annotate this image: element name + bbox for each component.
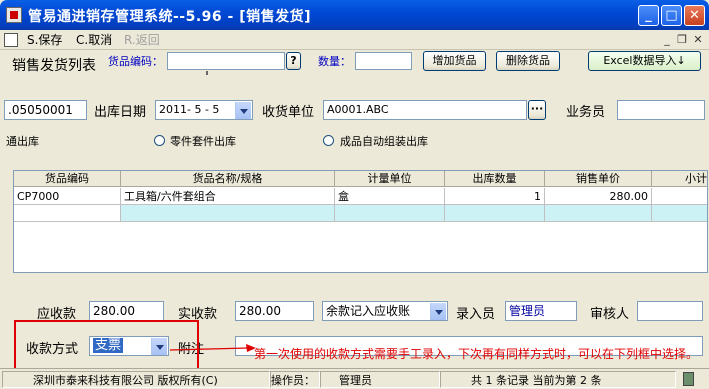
grid-header[interactable]: 小计 <box>652 171 707 187</box>
product-lookup-button[interactable]: ? <box>286 52 301 70</box>
delete-product-button[interactable]: 删除货品 <box>496 51 560 71</box>
status-bar: 深圳市泰来科技有限公司 版权所有(C) 操作员： 管理员 共 1 条记录 当前为… <box>0 368 709 389</box>
grid-cell[interactable] <box>652 188 707 205</box>
radio-parts-label: 零件套件出库 <box>170 135 236 148</box>
ship-date-picker[interactable]: 2011- 5 - 5 <box>155 100 253 120</box>
grid-cell[interactable] <box>335 205 445 222</box>
title-bar[interactable]: 管易通进销存管理系统--5.96 - [销售发货] _ □ ✕ <box>0 0 709 30</box>
salesman-label: 业务员 <box>566 105 606 120</box>
grid-cell[interactable]: 280.00 <box>545 188 652 205</box>
list-title: 销售发货列表 <box>12 58 96 74</box>
app-icon[interactable] <box>6 7 22 23</box>
document-icon <box>4 33 18 47</box>
radio-assembly-label: 成品自动组装出库 <box>340 135 428 148</box>
grid-header[interactable]: 货品名称/规格 <box>121 171 335 187</box>
mdi-minimize-icon[interactable]: _ <box>660 33 674 46</box>
product-code-input[interactable] <box>167 52 285 70</box>
maximize-button[interactable]: □ <box>661 5 682 26</box>
outbound-type-label: 通出库 <box>6 135 39 148</box>
quantity-input[interactable] <box>355 52 412 70</box>
chevron-down-icon[interactable] <box>430 303 446 320</box>
grid-header[interactable]: 货品编码 <box>14 171 121 187</box>
grid-cell[interactable] <box>652 205 707 222</box>
calculator-icon[interactable] <box>683 372 694 386</box>
ship-date-label: 出库日期 <box>94 105 147 120</box>
received-field[interactable]: 280.00 <box>235 301 314 321</box>
balance-option-select[interactable]: 余款记入应收账 <box>322 301 448 321</box>
chevron-down-icon[interactable] <box>235 102 251 119</box>
grid-cell[interactable]: 工具箱/六件套组合 <box>121 188 335 205</box>
window-title: 管易通进销存管理系统--5.96 - [销售发货] <box>28 9 312 25</box>
ship-date-value: 2011- 5 - 5 <box>159 103 220 116</box>
grid-cell[interactable]: 1 <box>445 188 545 205</box>
receiver-input[interactable]: A0001.ABC <box>323 100 527 120</box>
annotation-arrow <box>169 344 256 352</box>
grid-cell[interactable]: 盒 <box>335 188 445 205</box>
back-button[interactable]: R.返回 <box>124 32 160 48</box>
reviewer-field[interactable] <box>637 301 703 321</box>
cancel-button[interactable]: C.取消 <box>76 32 112 48</box>
mdi-restore-icon[interactable]: ❐ <box>675 33 689 46</box>
radio-auto-assembly[interactable] <box>323 135 334 146</box>
document-number-field[interactable]: .05050001 <box>4 100 87 120</box>
save-button[interactable]: S.保存 <box>27 32 62 48</box>
receivable-field[interactable]: 280.00 <box>89 301 164 321</box>
divider <box>206 71 208 75</box>
grid-cell[interactable] <box>121 205 335 222</box>
add-product-button[interactable]: 增加货品 <box>423 51 486 71</box>
radio-parts-outbound[interactable] <box>154 135 165 146</box>
grid-header[interactable]: 计量单位 <box>335 171 445 187</box>
grid-header[interactable]: 出库数量 <box>445 171 545 187</box>
status-operator-label: 操作员： <box>270 371 320 388</box>
reviewer-label: 审核人 <box>590 307 630 322</box>
balance-option-value: 余款记入应收账 <box>326 304 411 318</box>
close-button[interactable]: ✕ <box>684 5 705 26</box>
status-records: 共 1 条记录 当前为第 2 条 <box>440 371 676 388</box>
mdi-close-icon[interactable]: ✕ <box>691 33 705 46</box>
product-grid[interactable]: 货品编码 货品名称/规格 计量单位 出库数量 销售单价 小计 CP7000 工具… <box>13 170 708 273</box>
receiver-label: 收货单位 <box>262 105 315 120</box>
status-company: 深圳市泰来科技有限公司 版权所有(C) <box>2 371 270 388</box>
toolbar: S.保存 C.取消 R.返回 _ ❐ ✕ <box>0 30 709 50</box>
salesman-input[interactable] <box>617 100 705 120</box>
grid-cell[interactable] <box>545 205 652 222</box>
excel-import-button[interactable]: Excel数据导入↓ <box>588 51 701 71</box>
annotation-text: 第一次使用的收款方式需要手工录入，下次再有同样方式时，可以在下列框中选择。 <box>254 347 699 361</box>
entry-person-label: 录入员 <box>456 307 496 322</box>
entry-person-field[interactable]: 管理员 <box>505 301 577 321</box>
grid-cell[interactable] <box>445 205 545 222</box>
minimize-button[interactable]: _ <box>638 5 659 26</box>
status-operator: 管理员 <box>320 371 440 388</box>
grid-header[interactable]: 销售单价 <box>545 171 652 187</box>
grid-cell[interactable]: CP7000 <box>14 188 121 205</box>
quantity-label: 数量： <box>318 55 351 68</box>
grid-cell[interactable] <box>14 205 121 222</box>
receiver-browse-button[interactable]: ··· <box>528 100 546 120</box>
product-code-label: 货品编码： <box>108 55 163 68</box>
